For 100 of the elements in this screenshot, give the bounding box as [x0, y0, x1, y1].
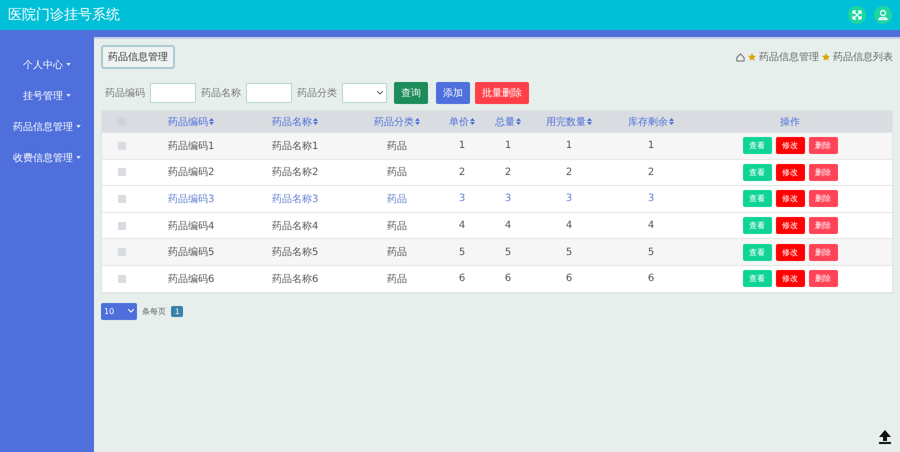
row-checkbox[interactable] [118, 168, 126, 176]
view-button[interactable]: 查看 [742, 190, 772, 208]
table-cell: 3 [458, 193, 466, 204]
table-cell: 1 [504, 140, 512, 152]
column-header[interactable]: 库存剩余 [628, 116, 668, 128]
table-cell: 1 [648, 140, 654, 152]
sort-icon[interactable] [415, 118, 420, 126]
star-icon [748, 53, 756, 61]
sort-icon[interactable] [516, 118, 521, 126]
caret-icon [66, 63, 71, 66]
sort-icon[interactable] [669, 118, 674, 126]
search-field[interactable] [150, 83, 196, 103]
add-button[interactable]: 添加 [436, 82, 470, 104]
table-cell: 药品编码6 [168, 274, 214, 285]
table-cell: 2 [566, 166, 572, 178]
page-button[interactable]: 1 [171, 306, 184, 317]
field-label: 药品编码 [105, 86, 145, 100]
table-cell: 药品名称1 [272, 140, 318, 152]
table-cell: 药品编码4 [168, 220, 214, 232]
table-cell: 5 [648, 246, 654, 258]
row-checkbox[interactable] [118, 142, 126, 150]
view-button[interactable]: 查看 [742, 137, 772, 154]
row-checkbox[interactable] [118, 194, 126, 203]
table-cell: 1 [458, 140, 466, 152]
page-size-dropdown[interactable]: 10 [101, 302, 137, 320]
breadcrumb-item[interactable]: 药品信息列表 [833, 50, 893, 64]
column-header: 操作 [780, 116, 800, 128]
table-cell: 3 [504, 193, 512, 204]
search-button[interactable]: 查询 [394, 82, 428, 104]
table-cell: 5 [458, 246, 466, 258]
view-button[interactable]: 查看 [742, 217, 772, 234]
field-label: 药品分类 [297, 86, 337, 100]
category-dropdown[interactable] [342, 83, 387, 103]
column-header[interactable]: 用完数量 [546, 116, 586, 128]
edit-button[interactable]: 修改 [776, 244, 804, 261]
table-cell: 3 [566, 193, 572, 204]
sort-icon[interactable] [587, 118, 592, 126]
table-cell: 药品名称6 [272, 274, 318, 285]
table-cell: 2 [648, 166, 654, 178]
table-cell: 6 [648, 273, 654, 284]
edit-button[interactable]: 修改 [776, 137, 804, 154]
table-cell: 2 [504, 166, 512, 178]
delete-button[interactable]: 删除 [808, 137, 838, 154]
chevron-down-icon [377, 91, 383, 95]
search-field[interactable] [246, 83, 292, 103]
edit-button[interactable]: 修改 [776, 190, 804, 208]
caret-icon [66, 94, 71, 97]
table-cell: 药品编码1 [168, 140, 214, 152]
delete-button[interactable]: 批量删除 [475, 82, 529, 104]
view-button[interactable]: 查看 [742, 164, 772, 181]
row-checkbox[interactable] [118, 248, 126, 256]
table-cell: 药品 [387, 167, 407, 178]
table-cell: 药品名称4 [272, 220, 318, 232]
row-checkbox[interactable] [118, 222, 126, 230]
table-cell: 药品编码2 [168, 167, 214, 178]
column-header[interactable]: 药品编码 [168, 116, 208, 128]
sidebar-menu-item[interactable]: 收费信息管理 [0, 142, 94, 173]
edit-button[interactable]: 修改 [776, 270, 804, 288]
view-button[interactable]: 查看 [742, 270, 772, 288]
sidebar-menu-item[interactable]: 挂号管理 [0, 80, 94, 111]
table-cell: 药品名称3 [272, 194, 318, 205]
table-cell: 3 [648, 193, 654, 204]
table-cell: 药品 [387, 140, 407, 152]
sidebar-menu-item[interactable]: 个人中心 [0, 49, 94, 80]
back-to-top-icon[interactable] [877, 428, 893, 444]
table-cell: 药品名称5 [272, 247, 318, 258]
page-size-label: 条每页 [142, 306, 166, 317]
table-cell: 2 [458, 166, 466, 178]
delete-button[interactable]: 删除 [808, 217, 838, 234]
column-header[interactable]: 药品名称 [272, 116, 312, 128]
column-header[interactable]: 单价 [449, 116, 469, 128]
row-checkbox[interactable] [118, 274, 126, 283]
field-label: 药品名称 [201, 86, 241, 100]
column-header[interactable]: 药品分类 [374, 116, 414, 128]
sort-icon[interactable] [470, 118, 475, 126]
delete-button[interactable]: 删除 [808, 190, 838, 208]
sort-icon[interactable] [209, 118, 214, 126]
caret-icon [76, 125, 81, 128]
table-cell: 6 [566, 273, 572, 284]
edit-button[interactable]: 修改 [776, 217, 804, 234]
edit-button[interactable]: 修改 [776, 164, 804, 181]
view-button[interactable]: 查看 [742, 244, 772, 261]
table-cell: 4 [566, 220, 572, 232]
table-cell: 药品 [387, 274, 407, 285]
sort-icon[interactable] [313, 118, 318, 126]
delete-button[interactable]: 删除 [808, 244, 838, 261]
delete-button[interactable]: 删除 [808, 164, 838, 181]
table-cell: 1 [566, 140, 572, 152]
fullscreen-icon[interactable] [848, 6, 866, 24]
table-cell: 药品 [387, 220, 407, 232]
delete-button[interactable]: 删除 [808, 270, 838, 288]
table-cell: 4 [504, 220, 512, 232]
table-cell: 4 [458, 220, 466, 232]
sidebar-menu-item[interactable]: 药品信息管理 [0, 111, 94, 142]
column-header[interactable]: 总量 [495, 116, 515, 128]
table-cell: 药品编码5 [168, 247, 214, 258]
breadcrumb-item[interactable]: 药品信息管理 [759, 50, 819, 64]
user-icon[interactable] [874, 6, 892, 24]
home-icon[interactable] [736, 52, 745, 62]
chevron-down-icon [128, 309, 134, 314]
